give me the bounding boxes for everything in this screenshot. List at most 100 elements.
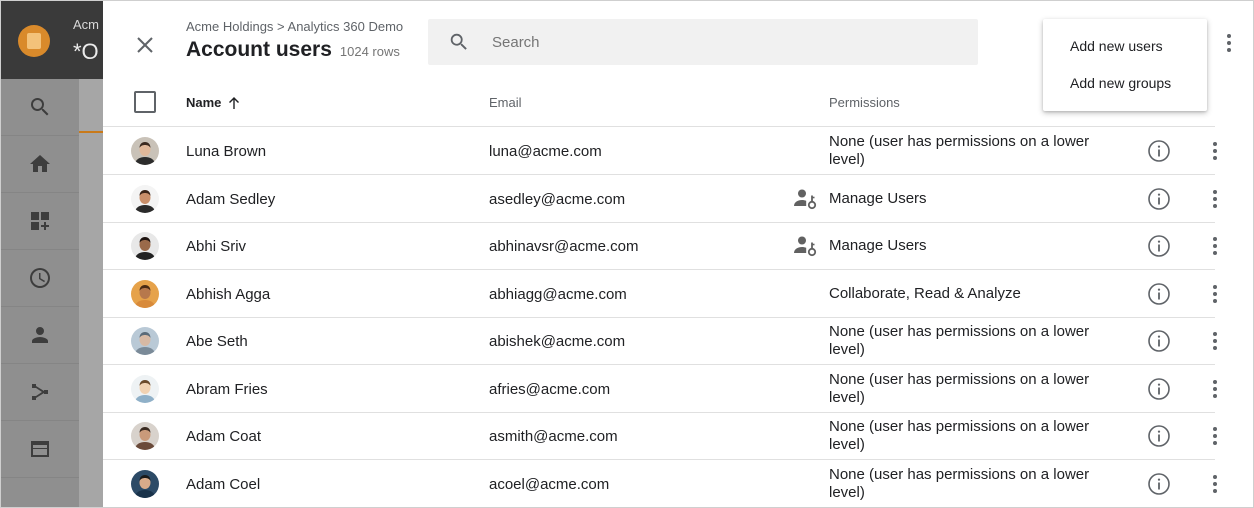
avatar bbox=[131, 374, 159, 403]
analytics-logo-icon bbox=[18, 25, 50, 57]
user-name: Abram Fries bbox=[186, 380, 268, 398]
info-icon[interactable] bbox=[1147, 187, 1171, 211]
user-email: abhiagg@acme.com bbox=[489, 285, 627, 303]
background-topbar: Acm *O bbox=[1, 1, 103, 79]
close-button[interactable] bbox=[129, 29, 161, 61]
avatar bbox=[131, 279, 159, 308]
user-name: Adam Sedley bbox=[186, 190, 276, 208]
select-all-checkbox[interactable] bbox=[134, 91, 156, 113]
add-menu: Add new users Add new groups bbox=[1043, 19, 1207, 111]
more-vert-icon bbox=[1213, 427, 1217, 445]
user-name: Adam Coat bbox=[186, 428, 262, 445]
account-users-panel: Acme Holdings > Analytics 360 Demo Accou… bbox=[103, 1, 1253, 507]
user-permissions: Manage Users bbox=[829, 237, 927, 254]
row-more-button[interactable] bbox=[1203, 282, 1227, 306]
search-input[interactable] bbox=[492, 33, 952, 51]
avatar bbox=[131, 327, 159, 355]
search-icon bbox=[448, 31, 470, 53]
rail-clock-icon bbox=[1, 250, 79, 307]
table-row[interactable]: Adam Coat asmith@acme.com None (user has p… bbox=[103, 412, 1217, 460]
column-header-name[interactable]: Name bbox=[186, 95, 241, 110]
user-email: asedley@acme.com bbox=[489, 190, 626, 208]
user-permissions: Collaborate, Read & Analyze bbox=[829, 284, 1021, 302]
user-name: Abhish Agga bbox=[186, 285, 271, 303]
info-icon[interactable] bbox=[1147, 424, 1171, 448]
avatar bbox=[131, 137, 159, 165]
avatar bbox=[131, 422, 159, 450]
row-more-button[interactable] bbox=[1203, 139, 1227, 163]
user-name: Adam Coel bbox=[186, 475, 261, 493]
manage-users-icon bbox=[793, 234, 819, 258]
table-row[interactable]: Abhi Sriv abhinavsr@acme.com Manage Users bbox=[103, 222, 1217, 270]
row-more-button[interactable] bbox=[1203, 329, 1227, 353]
rail-home-icon bbox=[1, 136, 79, 193]
table-row[interactable]: Abhish Agga abhiagg@acme.com Collaborate, … bbox=[103, 270, 1217, 318]
rail-search-icon bbox=[1, 79, 79, 136]
row-more-button[interactable] bbox=[1203, 234, 1227, 258]
arrow-up-icon bbox=[227, 96, 241, 110]
user-name: Abe Seth bbox=[186, 333, 248, 350]
background-tab-indicator bbox=[79, 131, 103, 133]
row-more-button[interactable] bbox=[1203, 187, 1227, 211]
rail-table-icon bbox=[1, 421, 79, 478]
row-more-button[interactable] bbox=[1203, 377, 1227, 401]
user-permissions: None (user has permissions on a lower le… bbox=[829, 133, 1090, 168]
row-more-button[interactable] bbox=[1203, 424, 1227, 448]
menu-item-add-new-users[interactable]: Add new users bbox=[1043, 38, 1207, 54]
rail-flow-icon bbox=[1, 364, 79, 421]
app-frame: Acm *O Acme Holdings > Analytics 360 Dem… bbox=[0, 0, 1254, 508]
avatar bbox=[131, 469, 159, 498]
rail-person-icon bbox=[1, 307, 79, 364]
search-box[interactable] bbox=[428, 19, 978, 65]
more-options-button[interactable] bbox=[1215, 27, 1243, 59]
more-vert-icon bbox=[1213, 142, 1217, 160]
table-row[interactable]: Abram Fries afries@acme.com None (user has… bbox=[103, 365, 1217, 413]
avatar bbox=[131, 232, 159, 260]
avatar bbox=[131, 184, 159, 213]
user-email: abishek@acme.com bbox=[489, 333, 626, 350]
user-permissions: None (user has permissions on a lower le… bbox=[829, 465, 1090, 501]
background-content-strip bbox=[79, 79, 103, 507]
user-permissions: Manage Users bbox=[829, 189, 927, 207]
more-vert-icon bbox=[1213, 284, 1217, 303]
info-icon[interactable] bbox=[1147, 472, 1171, 496]
user-email: afries@acme.com bbox=[489, 380, 611, 398]
rail-dashboard-add-icon bbox=[1, 193, 79, 250]
user-email: abhinavsr@acme.com bbox=[489, 238, 639, 255]
background-nav-rail bbox=[1, 79, 79, 507]
more-vert-icon bbox=[1213, 237, 1217, 255]
row-count: 1024 rows bbox=[339, 44, 400, 59]
menu-item-add-new-groups[interactable]: Add new groups bbox=[1043, 75, 1207, 91]
user-permissions: None (user has permissions on a lower le… bbox=[829, 418, 1090, 453]
column-header-permissions[interactable]: Permissions bbox=[829, 95, 900, 110]
user-name: Luna Brown bbox=[186, 143, 267, 160]
background-account-label: Acm bbox=[73, 17, 99, 32]
column-header-email[interactable]: Email bbox=[489, 95, 522, 110]
info-icon[interactable] bbox=[1147, 139, 1171, 163]
column-header-name-label: Name bbox=[186, 95, 222, 110]
row-more-button[interactable] bbox=[1203, 472, 1227, 496]
more-vert-icon bbox=[1213, 332, 1217, 350]
breadcrumb: Acme Holdings > Analytics 360 Demo bbox=[186, 19, 404, 34]
table-row[interactable]: Adam Coel acoel@acme.com None (user has pe… bbox=[103, 460, 1217, 507]
info-icon[interactable] bbox=[1147, 377, 1171, 401]
user-permissions: None (user has permissions on a lower le… bbox=[829, 370, 1090, 406]
info-icon[interactable] bbox=[1147, 329, 1171, 353]
user-email: asmith@acme.com bbox=[489, 428, 618, 445]
user-email: acoel@acme.com bbox=[489, 475, 610, 493]
info-icon[interactable] bbox=[1147, 282, 1171, 306]
more-vert-icon bbox=[1213, 474, 1217, 493]
table-row[interactable]: Luna Brown luna@acme.com None (user has pe… bbox=[103, 127, 1217, 175]
more-vert-icon bbox=[1213, 379, 1217, 398]
info-icon[interactable] bbox=[1147, 234, 1171, 258]
title-line: Account users 1024 rows bbox=[186, 38, 400, 62]
more-vert-icon bbox=[1227, 34, 1231, 52]
user-name: Abhi Sriv bbox=[186, 238, 247, 255]
user-permissions: None (user has permissions on a lower le… bbox=[829, 323, 1090, 358]
table-row[interactable]: Abe Seth abishek@acme.com None (user has p… bbox=[103, 317, 1217, 365]
more-vert-icon bbox=[1213, 189, 1217, 208]
background-property-label: *O bbox=[73, 39, 99, 64]
table-row[interactable]: Adam Sedley asedley@acme.com Manage Users bbox=[103, 175, 1217, 223]
user-email: luna@acme.com bbox=[489, 143, 602, 160]
page-title: Account users bbox=[186, 38, 332, 61]
